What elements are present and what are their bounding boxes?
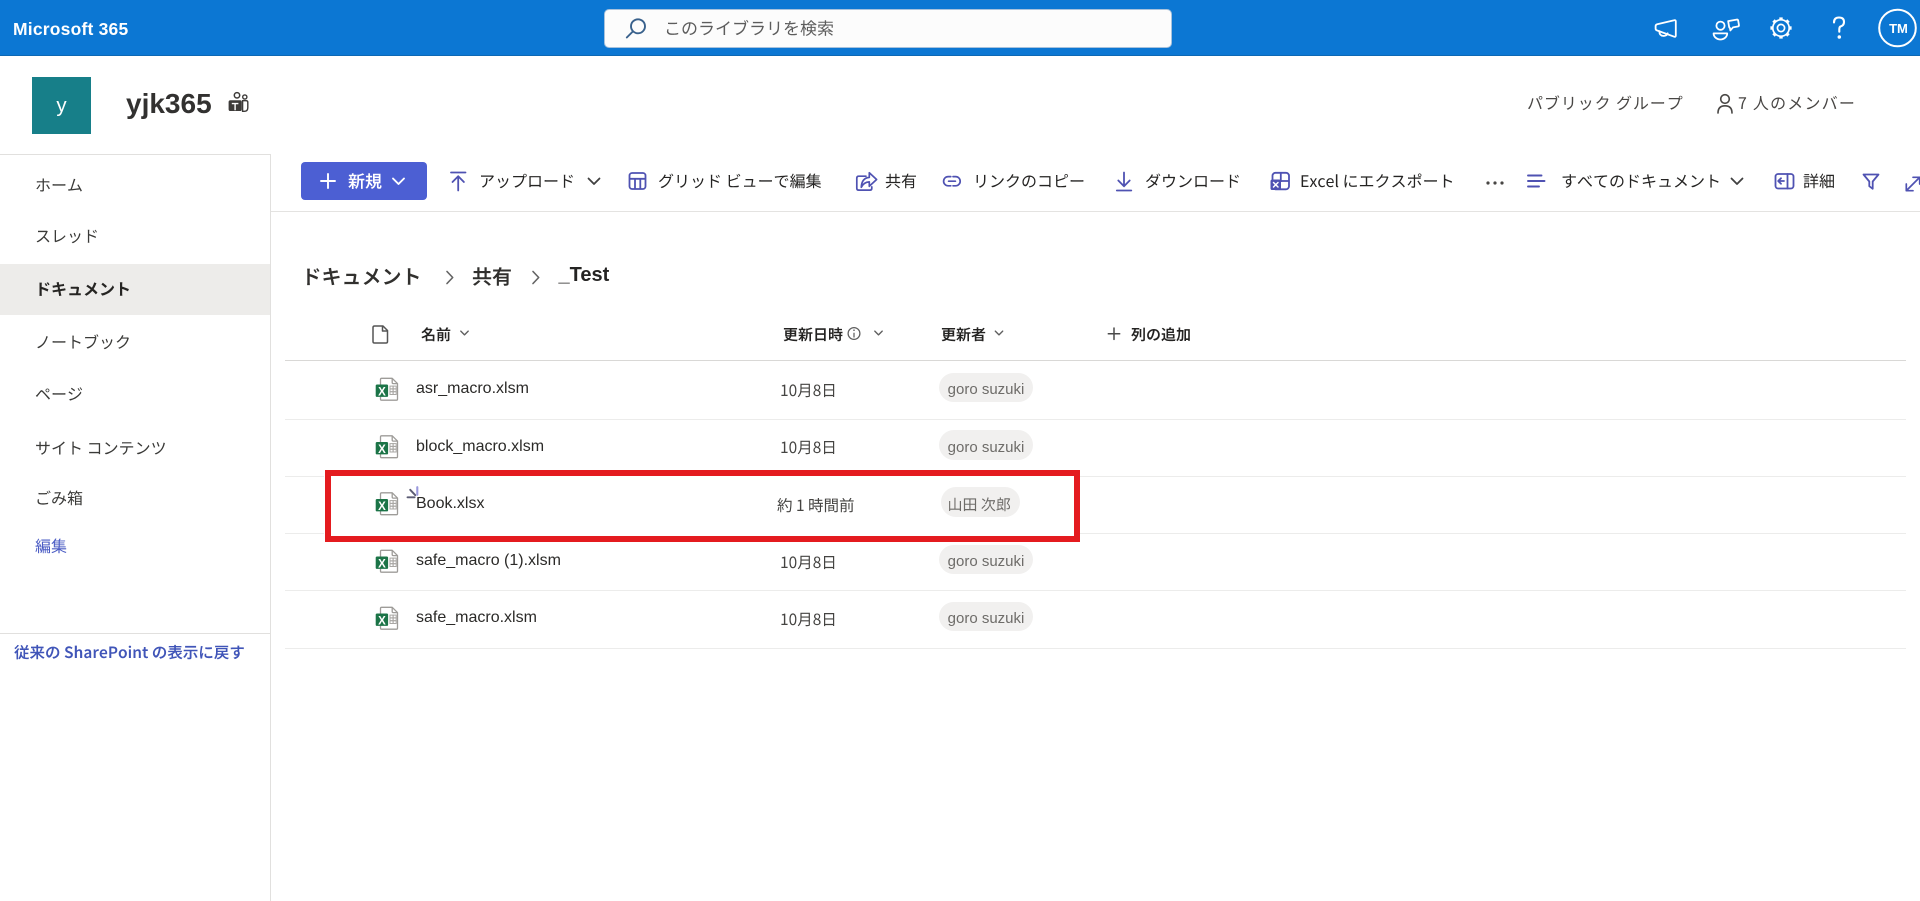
svg-text:X: X <box>378 559 386 571</box>
svg-text:X: X <box>378 387 386 399</box>
svg-text:X: X <box>378 444 386 456</box>
svg-text:X: X <box>378 616 386 628</box>
